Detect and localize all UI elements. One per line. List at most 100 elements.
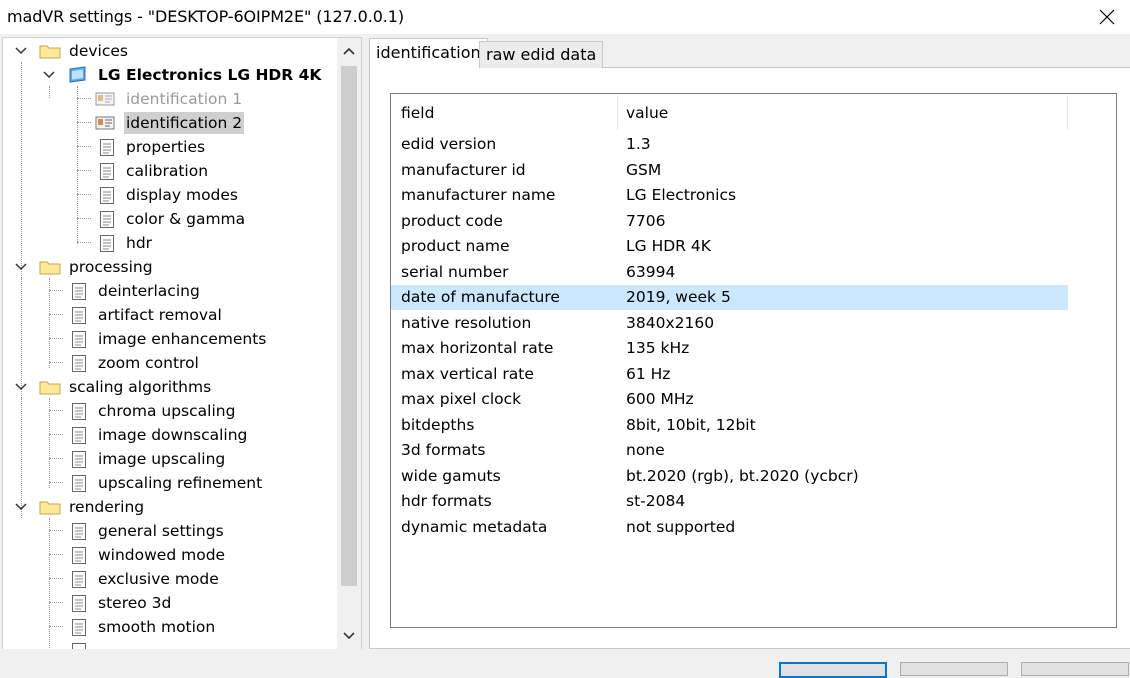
value-cell: 7706 <box>626 212 666 230</box>
tree-item-identification-1[interactable]: identification 1 <box>3 88 333 110</box>
title-bar: madVR settings - "DESKTOP-6OIPM2E" (127.… <box>0 0 1130 34</box>
value-cell: 3840x2160 <box>626 314 715 332</box>
chevron-down-icon[interactable] <box>15 381 27 393</box>
tab-raw-edid-data[interactable]: raw edid data <box>479 41 604 68</box>
page-icon <box>72 307 86 324</box>
value-cell: 600 MHz <box>626 390 694 408</box>
table-row[interactable]: manufacturer name LG Electronics <box>391 183 1068 208</box>
tree-item-smooth-motion[interactable]: smooth motion <box>3 616 333 638</box>
value-cell: 2019, week 5 <box>626 288 731 306</box>
tree-item-general-settings[interactable]: general settings <box>3 520 333 542</box>
page-icon <box>72 283 86 300</box>
value-cell: GSM <box>626 161 662 179</box>
edid-table[interactable]: field value edid version 1.3 manufacturer… <box>390 93 1117 628</box>
monitor-icon <box>69 66 86 83</box>
tree-item-stereo-3d[interactable]: stereo 3d <box>3 592 333 614</box>
tree-item-image-upscaling[interactable]: image upscaling <box>3 448 333 470</box>
tree-item-rendering[interactable]: rendering <box>3 496 333 518</box>
tree-label: windowed mode <box>98 546 226 564</box>
table-row[interactable]: hdr formats st-2084 <box>391 489 1068 514</box>
tree-item-chroma-upscaling[interactable]: chroma upscaling <box>3 400 333 422</box>
field-cell: 3d formats <box>401 441 486 459</box>
chevron-down-icon[interactable] <box>15 45 27 57</box>
table-row[interactable]: product code 7706 <box>391 209 1068 234</box>
chevron-down-icon[interactable] <box>43 69 55 81</box>
value-cell: not supported <box>626 518 736 536</box>
tree-item-device[interactable]: LG Electronics LG HDR 4K <box>3 64 333 86</box>
tree-item-upscaling-refinement[interactable]: upscaling refinement <box>3 472 333 494</box>
tree-item-identification-2[interactable]: identification 2 <box>3 112 333 134</box>
table-row[interactable]: max vertical rate 61 Hz <box>391 362 1068 387</box>
tree-label: general settings <box>98 522 224 540</box>
tree-item-image-downscaling[interactable]: image downscaling <box>3 424 333 446</box>
page-icon <box>72 547 86 564</box>
table-row[interactable]: 3d formats none <box>391 438 1068 463</box>
tree-label: processing <box>69 258 153 276</box>
folder-icon <box>39 261 61 275</box>
tree-item-hdr[interactable]: hdr <box>3 232 333 254</box>
table-row-selected[interactable]: date of manufacture 2019, week 5 <box>391 285 1068 310</box>
chevron-down-icon[interactable] <box>15 501 27 513</box>
page-icon <box>100 139 114 156</box>
tree-item-scaling-algorithms[interactable]: scaling algorithms <box>3 376 333 398</box>
scroll-up-button[interactable] <box>337 38 361 66</box>
tree-item-exclusive-mode[interactable]: exclusive mode <box>3 568 333 590</box>
field-cell: wide gamuts <box>401 467 501 485</box>
scroll-down-icon <box>343 632 355 640</box>
table-row[interactable]: edid version 1.3 <box>391 132 1068 157</box>
tree-label: upscaling refinement <box>98 474 263 492</box>
field-cell: native resolution <box>401 314 532 332</box>
table-row[interactable]: bitdepths 8bit, 10bit, 12bit <box>391 413 1068 438</box>
scroll-thumb[interactable] <box>341 66 357 586</box>
tree-item-devices[interactable]: devices <box>3 40 333 62</box>
tree-item-image-enhancements[interactable]: image enhancements <box>3 328 333 350</box>
page-icon <box>72 355 86 372</box>
page-icon <box>72 595 86 612</box>
table-row[interactable]: max pixel clock 600 MHz <box>391 387 1068 412</box>
tree-item-calibration[interactable]: calibration <box>3 160 333 182</box>
tree-item-properties[interactable]: properties <box>3 136 333 158</box>
table-row[interactable]: native resolution 3840x2160 <box>391 311 1068 336</box>
page-icon <box>100 163 114 180</box>
tree-label: calibration <box>126 162 209 180</box>
tree-label: identification 1 <box>126 90 243 108</box>
scroll-down-button[interactable] <box>337 622 361 650</box>
tree-scrollbar[interactable] <box>337 37 362 651</box>
tree-item-artifact-removal[interactable]: artifact removal <box>3 304 333 326</box>
tree-item-processing[interactable]: processing <box>3 256 333 278</box>
value-cell: 8bit, 10bit, 12bit <box>626 416 756 434</box>
value-cell: 61 Hz <box>626 365 671 383</box>
settings-tree[interactable]: devices LG Electronics LG HDR 4K identif… <box>2 37 339 651</box>
tree-label: zoom control <box>98 354 199 372</box>
dialog-button-secondary[interactable] <box>900 662 1008 676</box>
tree-item-color-gamma[interactable]: color & gamma <box>3 208 333 230</box>
table-row[interactable]: wide gamuts bt.2020 (rgb), bt.2020 (ycbcr… <box>391 464 1068 489</box>
field-cell: product name <box>401 237 510 255</box>
dialog-button-tertiary[interactable] <box>1021 662 1129 676</box>
tree-item-display-modes[interactable]: display modes <box>3 184 333 206</box>
field-cell: max pixel clock <box>401 390 522 408</box>
page-icon <box>72 571 86 588</box>
tree-label: deinterlacing <box>98 282 200 300</box>
table-row[interactable]: max horizontal rate 135 kHz <box>391 336 1068 361</box>
close-button[interactable] <box>1084 0 1130 34</box>
chevron-down-icon[interactable] <box>15 261 27 273</box>
tree-item-zoom-control[interactable]: zoom control <box>3 352 333 374</box>
column-header-value[interactable]: value <box>626 94 668 132</box>
column-header-field[interactable]: field <box>401 94 434 132</box>
value-cell: bt.2020 (rgb), bt.2020 (ycbcr) <box>626 467 859 485</box>
page-icon <box>72 619 86 636</box>
tree-item-deinterlacing[interactable]: deinterlacing <box>3 280 333 302</box>
folder-icon <box>39 381 61 395</box>
table-row[interactable]: dynamic metadata not supported <box>391 515 1068 540</box>
page-icon <box>72 451 86 468</box>
table-row[interactable]: manufacturer id GSM <box>391 158 1068 183</box>
dialog-button-primary[interactable] <box>779 662 887 678</box>
tree-label: scaling algorithms <box>69 378 212 396</box>
field-cell: bitdepths <box>401 416 475 434</box>
table-row[interactable]: serial number 63994 <box>391 260 1068 285</box>
table-row[interactable]: product name LG HDR 4K <box>391 234 1068 259</box>
tree-item-windowed-mode[interactable]: windowed mode <box>3 544 333 566</box>
tab-identification[interactable]: identification <box>369 38 488 68</box>
tree-label: image upscaling <box>98 450 226 468</box>
